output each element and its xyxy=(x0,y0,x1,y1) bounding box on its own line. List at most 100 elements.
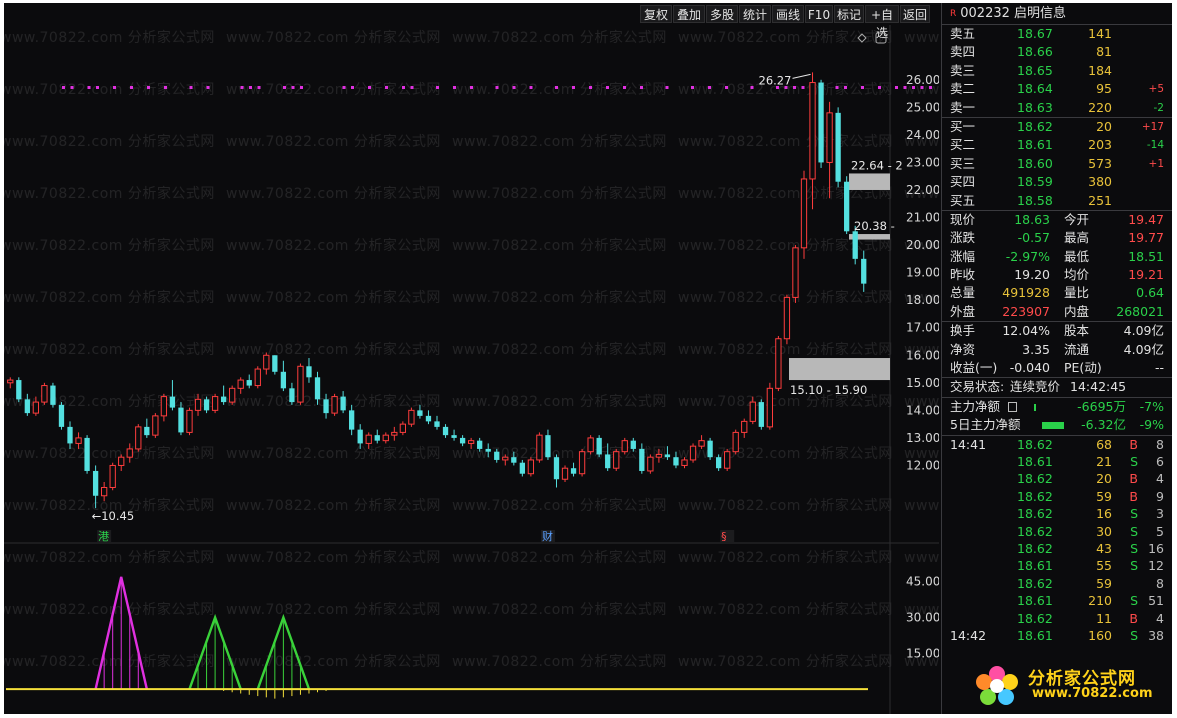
toolbar-button-1[interactable]: 叠加 xyxy=(673,5,705,23)
tick-volume: 20 xyxy=(1096,471,1112,487)
event-marker-label[interactable]: 财 xyxy=(542,529,553,543)
toolbar-button-2[interactable]: 多股 xyxy=(706,5,738,23)
event-marker-label[interactable]: 港 xyxy=(98,530,109,543)
stat-row: 涨跌 -0.57 最高 19.77 xyxy=(942,229,1172,247)
candle xyxy=(783,294,791,345)
tick-row: 18.62 59 8 xyxy=(942,575,1172,592)
chart-toolbar: 复权 叠加 多股 统计 画线 F10 标记 +自选 返回 xyxy=(4,3,941,40)
tick-price: 18.62 xyxy=(1017,471,1053,487)
candle xyxy=(67,421,73,449)
stat-label: 净资 xyxy=(950,341,976,357)
candle xyxy=(391,426,398,441)
zone-label-c: 15.10 - 15.90 xyxy=(790,383,867,397)
ask-row[interactable]: 卖四 18.66 81 xyxy=(942,43,1172,61)
kline-chart-area[interactable]: www.70822.com 分析家公式网 www.70822.com 分析家公式网… xyxy=(4,25,939,714)
level-volume: 220 xyxy=(1088,99,1112,115)
tick-volume: 43 xyxy=(1096,540,1112,556)
kline-chart-svg[interactable]: 26.00 25.00 24.00 23.00 22.00 21.00 20.00 19.00… xyxy=(4,25,939,714)
tick-row: 18.61 210 S 51 xyxy=(942,592,1172,609)
ask-row[interactable]: 卖一 18.63 220 -2 xyxy=(942,99,1172,117)
chart-config-icons[interactable] xyxy=(857,32,887,44)
tick-count: 5 xyxy=(1156,523,1164,539)
toolbar-button-6[interactable]: 标记 xyxy=(834,5,864,23)
tick-list[interactable]: 14:41 18.62 68 B 8 18.61 21 S 6 18.62 20 B 4 18.62 59 B… xyxy=(942,436,1172,645)
candle xyxy=(425,410,432,425)
zone-label-b: 20.38 - xyxy=(854,219,895,233)
bid-row[interactable]: 买三 18.60 573 +1 xyxy=(942,155,1172,173)
signal-dot xyxy=(861,86,864,89)
tick-volume: 30 xyxy=(1096,523,1112,539)
capital-flow-row[interactable]: 主力净额 -6695万 -7% xyxy=(942,398,1172,416)
diamond-icon[interactable] xyxy=(857,33,867,43)
candle xyxy=(178,402,184,436)
tick-count: 12 xyxy=(1148,558,1164,574)
tick-side: S xyxy=(1130,593,1138,609)
signal-dot xyxy=(240,86,244,89)
stat-label: 内盘 xyxy=(1064,303,1090,319)
signal-dot xyxy=(529,86,533,89)
site-logo: 分析家公式网 www.70822.com xyxy=(970,662,1170,708)
stat-label: 流通 xyxy=(1064,341,1090,357)
toolbar-button-4[interactable]: 画线 xyxy=(772,5,804,23)
candle xyxy=(246,374,252,389)
candle xyxy=(84,435,90,474)
price-axis-label: 21.00 xyxy=(906,211,939,225)
ask-row[interactable]: 卖五 18.67 141 xyxy=(942,25,1172,43)
signal-dot xyxy=(895,86,898,89)
price-axis-label: 13.00 xyxy=(906,431,939,445)
candle xyxy=(314,371,321,405)
price-zone xyxy=(789,358,890,381)
tick-count: 38 xyxy=(1148,627,1164,643)
toolbar-button-8[interactable]: 返回 xyxy=(900,5,930,23)
signal-dot xyxy=(929,86,932,89)
bid-row[interactable]: 买二 18.61 203 -14 xyxy=(942,136,1172,154)
stat-value: -- xyxy=(1154,360,1164,376)
stat-value: 491928 xyxy=(1002,285,1050,301)
indicator-axis-label: 15.00 xyxy=(906,646,939,660)
candle xyxy=(664,446,671,460)
flower-logo-icon xyxy=(976,666,1018,705)
fundamentals-table: 换手 12.04% 股本 4.09亿 净资 3.35 流通 4.09亿 收益(一) -0.040 P… xyxy=(942,322,1172,377)
signal-dot xyxy=(87,86,91,89)
bid-row[interactable]: 买一 18.62 20 +17 xyxy=(942,118,1172,136)
tick-row: 18.61 55 S 12 xyxy=(942,557,1172,574)
stat-label: 收益(一) xyxy=(950,360,998,376)
candle xyxy=(349,404,355,436)
signal-dot xyxy=(62,86,65,89)
ask-row[interactable]: 卖三 18.65 184 xyxy=(942,62,1172,80)
signal-dot xyxy=(113,86,116,89)
price-axis-label: 22.00 xyxy=(906,183,939,197)
tick-price: 18.62 xyxy=(1017,488,1053,504)
toolbar-button-5[interactable]: F10 xyxy=(805,5,833,23)
price-axis-label: 14.00 xyxy=(906,403,939,417)
price-axis-label: 17.00 xyxy=(906,321,939,335)
candle xyxy=(536,432,543,463)
toolbar-button-7[interactable]: +自选 xyxy=(865,5,899,40)
stat-value: 3.35 xyxy=(1022,341,1050,357)
level-price: 18.65 xyxy=(1017,62,1053,78)
level-change: -14 xyxy=(1146,139,1164,152)
toolbar-button-3[interactable]: 统计 xyxy=(739,5,771,23)
level-price: 18.66 xyxy=(1017,44,1053,60)
capital-flow-row[interactable]: 5日主力净额 -6.32亿 -9% xyxy=(942,416,1172,434)
tick-row: 14:42 18.61 160 S 38 xyxy=(942,627,1172,644)
ask-row[interactable]: 卖二 18.64 95 +5 xyxy=(942,80,1172,98)
toolbar-button-0[interactable]: 复权 xyxy=(640,5,672,23)
candle xyxy=(545,429,551,460)
stat-value: 268021 xyxy=(1116,303,1164,319)
stock-title[interactable]: R 002232 启明信息 xyxy=(942,3,1172,25)
price-axis-label: 16.00 xyxy=(906,348,939,362)
list-icon[interactable] xyxy=(1008,401,1017,412)
bid-row[interactable]: 买四 18.59 380 xyxy=(942,173,1172,191)
signal-dot xyxy=(572,86,575,89)
indicator-axis-label: 45.00 xyxy=(906,575,939,589)
tick-volume: 55 xyxy=(1096,558,1112,574)
signal-dot xyxy=(164,86,167,89)
level-change: +17 xyxy=(1141,120,1164,133)
event-marker-label[interactable]: § xyxy=(721,530,727,543)
level-label: 卖四 xyxy=(950,44,976,60)
tick-price: 18.61 xyxy=(1017,453,1053,469)
bid-row[interactable]: 买五 18.58 251 xyxy=(942,192,1172,210)
candle xyxy=(280,360,287,392)
settings-icon[interactable] xyxy=(875,32,887,44)
